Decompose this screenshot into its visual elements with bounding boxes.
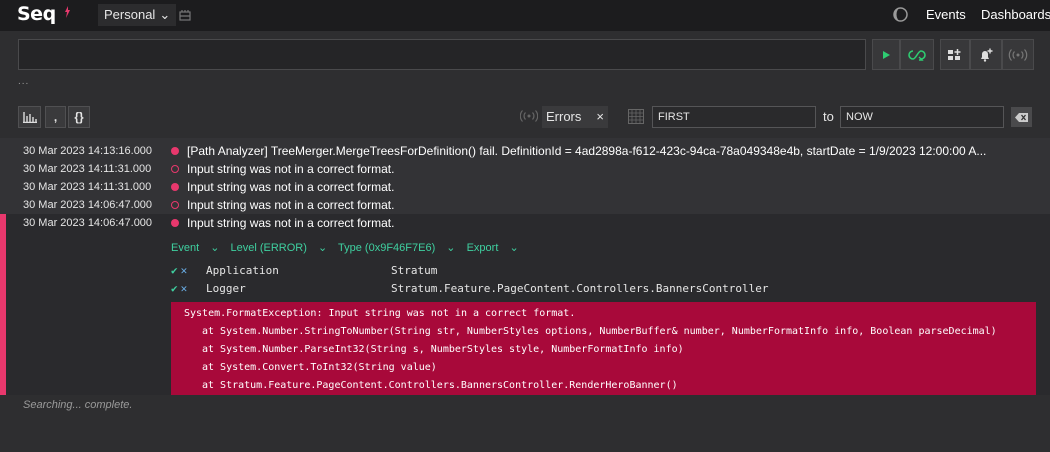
clear-range-button[interactable] bbox=[1011, 107, 1032, 127]
include-filter-icon[interactable]: ✔ bbox=[171, 264, 178, 277]
level-marker-icon bbox=[171, 165, 179, 173]
nav-dashboards-link[interactable]: Dashboards bbox=[981, 7, 1050, 22]
event-menu[interactable]: Event ⌄ bbox=[171, 242, 219, 254]
signal-chip-label: Errors bbox=[546, 109, 582, 124]
level-marker-icon bbox=[171, 219, 179, 227]
event-actions: Event ⌄ Level (ERROR) ⌄ Type (0x9F46F7E6… bbox=[171, 241, 527, 254]
event-message: [Path Analyzer] TreeMerger.MergeTreesFor… bbox=[187, 144, 987, 158]
histogram-button[interactable] bbox=[18, 106, 41, 128]
workspace-selector[interactable]: Personal ⌄ bbox=[98, 4, 177, 26]
event-timestamp: 30 Mar 2023 14:11:31.000 bbox=[23, 163, 152, 175]
event-timestamp: 30 Mar 2023 14:11:31.000 bbox=[23, 181, 152, 193]
comma-format-button[interactable]: , bbox=[45, 106, 66, 128]
broadcast-icon bbox=[1008, 48, 1028, 61]
stack-frame: at System.Convert.ToInt32(String value) bbox=[202, 362, 437, 373]
histogram-icon bbox=[22, 111, 37, 123]
property-value: Stratum.Feature.PageContent.Controllers.… bbox=[391, 282, 769, 295]
property-name: Logger bbox=[206, 282, 246, 295]
bell-plus-icon bbox=[981, 48, 993, 62]
event-row-expanded[interactable]: 30 Mar 2023 14:06:47.000 Input string wa… bbox=[0, 214, 1050, 232]
stack-frame: at System.Number.ParseInt32(String s, Nu… bbox=[202, 344, 684, 355]
tail-button[interactable] bbox=[900, 39, 934, 70]
remove-signal-icon[interactable]: × bbox=[596, 106, 604, 128]
exclude-filter-icon[interactable]: ✕ bbox=[181, 264, 188, 277]
level-marker-icon bbox=[171, 147, 179, 155]
property-name: Application bbox=[206, 264, 279, 277]
level-menu[interactable]: Level (ERROR) ⌄ bbox=[230, 242, 327, 254]
run-search-button[interactable] bbox=[872, 39, 900, 70]
level-accent-bar bbox=[0, 214, 6, 395]
range-from-input[interactable]: FIRST bbox=[652, 106, 816, 128]
event-timestamp: 30 Mar 2023 14:13:16.000 bbox=[23, 145, 153, 157]
stack-frame: at System.Number.StringToNumber(String s… bbox=[202, 326, 997, 337]
add-signal-button[interactable] bbox=[940, 39, 970, 70]
backspace-icon bbox=[1015, 112, 1028, 122]
exception-block: System.FormatException: Input string was… bbox=[171, 302, 1036, 395]
level-marker-icon bbox=[171, 183, 179, 191]
tail-icon bbox=[908, 49, 926, 61]
exclude-filter-icon[interactable]: ✕ bbox=[181, 282, 188, 295]
top-bar: Seq Personal ⌄ Events Dashboards bbox=[0, 0, 1050, 31]
search-status: Searching... complete. bbox=[23, 399, 133, 411]
chevron-down-icon: ⌄ bbox=[159, 7, 171, 22]
theme-toggle-icon[interactable] bbox=[892, 6, 909, 23]
property-row: ✔ ✕ Logger Stratum.Feature.PageContent.Co… bbox=[171, 282, 769, 295]
event-message: Input string was not in a correct format… bbox=[187, 180, 395, 194]
stack-frame: at Stratum.Feature.PageContent.Controlle… bbox=[202, 380, 678, 391]
exception-message: System.FormatException: Input string was… bbox=[184, 308, 576, 319]
property-row: ✔ ✕ Application Stratum bbox=[171, 264, 437, 277]
event-timestamp: 30 Mar 2023 14:06:47.000 bbox=[23, 217, 153, 229]
event-message: Input string was not in a correct format… bbox=[187, 198, 395, 212]
add-alert-button[interactable] bbox=[970, 39, 1002, 70]
broadcast-button[interactable] bbox=[1002, 39, 1034, 70]
range-to-label: to bbox=[823, 109, 834, 124]
search-input[interactable] bbox=[18, 39, 866, 70]
level-marker-icon bbox=[171, 201, 179, 209]
event-row[interactable]: 30 Mar 2023 14:13:16.000 [Path Analyzer]… bbox=[0, 142, 1050, 160]
seq-logo[interactable]: Seq bbox=[17, 3, 56, 25]
event-row[interactable]: 30 Mar 2023 14:11:31.000 Input string wa… bbox=[0, 178, 1050, 196]
event-message: Input string was not in a correct format… bbox=[187, 162, 395, 176]
calendar-icon[interactable] bbox=[628, 109, 644, 124]
event-timestamp: 30 Mar 2023 14:06:47.000 bbox=[23, 199, 153, 211]
property-value: Stratum bbox=[391, 264, 438, 277]
signal-chip-errors[interactable]: Errors × bbox=[542, 106, 608, 128]
add-signal-icon bbox=[948, 48, 961, 60]
include-filter-icon[interactable]: ✔ bbox=[171, 282, 178, 295]
play-icon bbox=[883, 50, 890, 59]
event-row[interactable]: 30 Mar 2023 14:11:31.000 Input string wa… bbox=[0, 160, 1050, 178]
more-options[interactable]: ... bbox=[18, 76, 29, 87]
json-format-button[interactable]: {} bbox=[68, 106, 90, 128]
type-menu[interactable]: Type (0x9F46F7E6) ⌄ bbox=[338, 242, 456, 254]
workspace-label: Personal bbox=[104, 7, 156, 22]
signal-broadcast-icon bbox=[520, 110, 538, 122]
logo-mark-icon bbox=[65, 6, 70, 18]
workspace-settings-icon[interactable] bbox=[179, 9, 191, 21]
event-message: Input string was not in a correct format… bbox=[187, 216, 395, 230]
export-menu[interactable]: Export ⌄ bbox=[467, 242, 519, 254]
nav-events-link[interactable]: Events bbox=[926, 7, 966, 22]
range-to-input[interactable]: NOW bbox=[840, 106, 1004, 128]
event-row[interactable]: 30 Mar 2023 14:06:47.000 Input string wa… bbox=[0, 196, 1050, 214]
